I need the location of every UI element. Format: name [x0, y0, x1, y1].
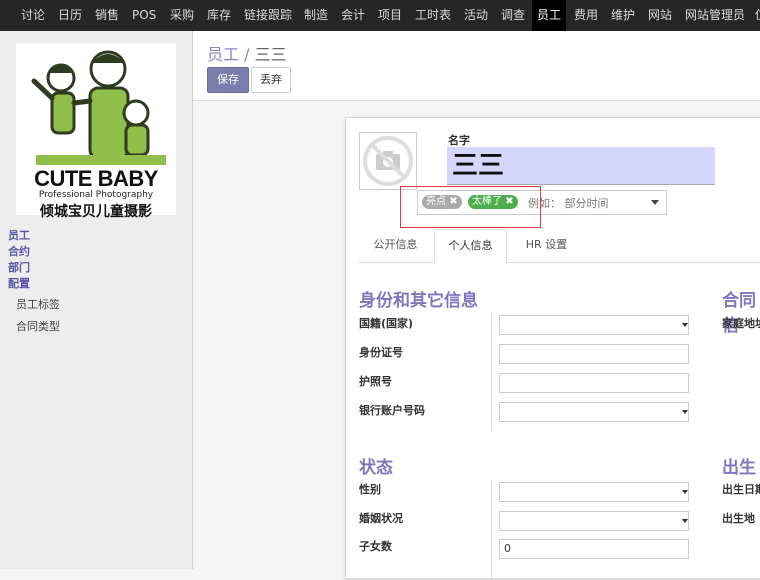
sidebar-item-employees[interactable]: 员工: [8, 227, 30, 243]
menu-item-sales[interactable]: 销售: [90, 0, 124, 31]
logo-subtitle: Professional Photography: [38, 190, 154, 200]
chevron-down-icon: [682, 490, 688, 494]
highlight-annotation-box: [400, 186, 541, 228]
chevron-down-icon: [682, 519, 688, 523]
menu-item-timesheet[interactable]: 工时表: [410, 0, 456, 31]
menu-item-pos[interactable]: POS: [127, 0, 161, 31]
birth-place-label: 出生地: [722, 512, 755, 525]
no-photo-camera-icon: [363, 136, 413, 186]
name-label: 名字: [448, 134, 470, 147]
breadcrumb-separator: /: [244, 45, 250, 64]
passport-input[interactable]: [499, 373, 689, 393]
discard-button[interactable]: 丢弃: [251, 67, 291, 93]
breadcrumb-current: 三三: [254, 45, 287, 64]
gender-label: 性别: [359, 483, 381, 496]
tab-personal-info[interactable]: 个人信息: [434, 229, 507, 263]
section-birth-title: 出生: [722, 458, 756, 478]
form-tabs: 公开信息 个人信息 HR 设置: [359, 229, 760, 263]
menu-item-calendar[interactable]: 日历: [53, 0, 87, 31]
menu-item-inventory[interactable]: 库存: [202, 0, 236, 31]
home-address-label: 家庭地址: [722, 317, 760, 330]
menu-item-events[interactable]: 活动: [459, 0, 493, 31]
divider: [491, 480, 492, 580]
bank-account-label: 银行账户号码: [359, 404, 425, 417]
breadcrumb-parent[interactable]: 员工: [207, 45, 239, 64]
employee-photo[interactable]: [359, 132, 417, 190]
menu-item-project[interactable]: 项目: [373, 0, 407, 31]
birth-date-label: 出生日期: [722, 483, 760, 496]
menu-item-maintenance[interactable]: 维护: [606, 0, 640, 31]
menu-item-accounting[interactable]: 会计: [336, 0, 370, 31]
sidebar-item-configuration[interactable]: 配置: [8, 275, 30, 291]
sidebar-item-employee-tags[interactable]: 员工标签: [16, 296, 60, 312]
section-identity-title: 身份和其它信息: [359, 291, 478, 311]
chevron-down-icon: [682, 323, 688, 327]
divider: [491, 313, 492, 431]
tab-hr-settings[interactable]: HR 设置: [509, 229, 584, 261]
menu-item-discuss[interactable]: 讨论: [16, 0, 50, 31]
employee-name-input[interactable]: 三三: [447, 147, 715, 185]
tab-public-info[interactable]: 公开信息: [359, 229, 432, 261]
menu-item-manufacturing[interactable]: 制造: [299, 0, 333, 31]
menu-item-more[interactable]: 仪: [750, 0, 760, 31]
sidebar-item-contracts[interactable]: 合约: [8, 243, 30, 259]
marital-status-label: 婚姻状况: [359, 512, 403, 525]
chevron-down-icon[interactable]: [651, 200, 659, 205]
children-input[interactable]: 0: [499, 539, 689, 559]
company-logo: CUTE BABY Professional Photography 倾城宝贝儿…: [16, 43, 176, 220]
menu-item-website[interactable]: 网站: [643, 0, 677, 31]
id-number-label: 身份证号: [359, 346, 403, 359]
nationality-label: 国籍(国家): [359, 317, 414, 330]
children-label: 子女数: [359, 540, 392, 553]
passport-label: 护照号: [359, 375, 392, 388]
chevron-down-icon: [682, 410, 688, 414]
menu-item-survey[interactable]: 调查: [496, 0, 530, 31]
menu-item-employees[interactable]: 员工: [532, 0, 567, 31]
marital-status-select[interactable]: [499, 511, 689, 531]
logo-family-illustration: [31, 50, 166, 165]
menu-item-purchase[interactable]: 采购: [165, 0, 199, 31]
menu-item-website-admin[interactable]: 网站管理员: [680, 0, 750, 31]
section-status-title: 状态: [359, 458, 393, 478]
gender-select[interactable]: [499, 482, 689, 502]
bank-account-select[interactable]: [499, 402, 689, 422]
save-button[interactable]: 保存: [207, 67, 249, 93]
logo-title: CUTE BABY: [34, 166, 158, 191]
sidebar-item-departments[interactable]: 部门: [8, 259, 30, 275]
id-number-input[interactable]: [499, 344, 689, 364]
sidebar: CUTE BABY Professional Photography 倾城宝贝儿…: [0, 31, 193, 569]
sidebar-item-contract-types[interactable]: 合同类型: [16, 318, 60, 334]
menu-item-link-tracker[interactable]: 链接跟踪: [239, 0, 297, 31]
breadcrumb: 员工 / 三三: [207, 41, 287, 65]
menu-item-expenses[interactable]: 费用: [569, 0, 603, 31]
logo-chinese-name: 倾城宝贝儿童摄影: [40, 204, 152, 220]
top-menu-bar: 讨论 日历 销售 POS 采购 库存 链接跟踪 制造 会计 项目 工时表 活动 …: [0, 0, 760, 31]
control-panel: 员工 / 三三 保存 丢弃: [193, 31, 760, 101]
nationality-select[interactable]: [499, 315, 689, 335]
